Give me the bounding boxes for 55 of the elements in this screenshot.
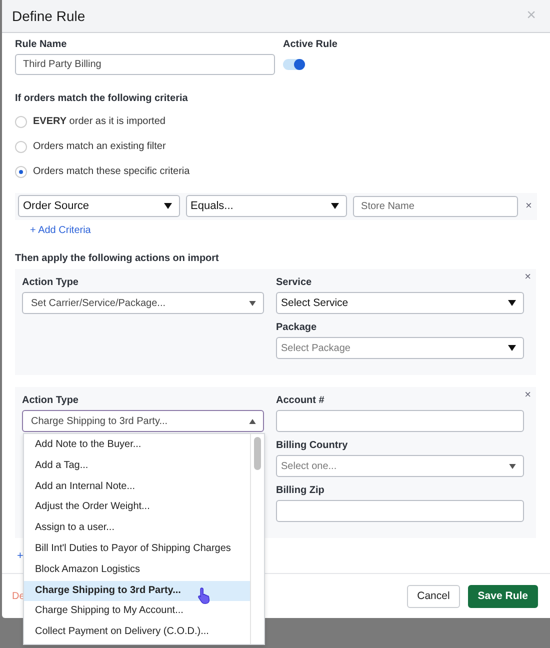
add-action-link[interactable]: + xyxy=(17,550,24,562)
caret-icon xyxy=(331,203,340,209)
field-label: Service xyxy=(276,277,312,288)
field-label: Active Rule xyxy=(283,39,338,50)
dropdown-option[interactable]: Charge Shipping to My Account... xyxy=(24,601,250,622)
scrollbar[interactable] xyxy=(254,437,261,470)
field-label: Billing Country xyxy=(276,440,348,451)
store-name-field[interactable]: Store Name xyxy=(353,196,518,216)
caret-icon xyxy=(249,418,256,424)
field-select[interactable]: Order Source xyxy=(18,195,180,217)
save-button[interactable]: Save Rule xyxy=(468,584,538,608)
operator-select[interactable]: Equals... xyxy=(186,195,348,217)
radio-label: Orders match these specific criteria xyxy=(33,166,190,177)
field-label: Account # xyxy=(276,395,324,406)
caret-icon xyxy=(249,300,256,306)
remove-button[interactable]: × xyxy=(522,389,533,401)
hand-cursor-icon xyxy=(197,587,212,604)
dropdown-option[interactable]: Bill Int'l Duties to Payor of Shipping Charges xyxy=(24,538,250,560)
option-select[interactable]: Select Package xyxy=(276,337,524,359)
remove-button[interactable]: × xyxy=(524,200,534,212)
cancel-button[interactable]: Cancel xyxy=(407,584,460,608)
field-label: Action Type xyxy=(22,395,78,406)
rule-name-field[interactable]: Third Party Billing xyxy=(15,54,275,75)
radio-label: Orders match an existing filter xyxy=(33,141,166,152)
field-label: Billing Zip xyxy=(276,485,324,496)
dropdown-option[interactable]: Collect Payment on Delivery (C.O.D.)... xyxy=(24,622,250,643)
dropdown-option[interactable]: Add an Internal Note... xyxy=(24,476,250,498)
dropdown-option[interactable]: Add Note to the Buyer... xyxy=(24,435,250,456)
radio-label: EVERY order as it is imported xyxy=(33,116,166,127)
dropdown-option[interactable]: Adjust the Order Weight... xyxy=(24,497,250,518)
text-field[interactable] xyxy=(276,410,524,432)
caret-icon xyxy=(508,300,516,306)
field-label: Package xyxy=(276,322,317,333)
option-select[interactable]: Select Service xyxy=(276,292,524,314)
dropdown-option[interactable]: Add a Tag... xyxy=(24,456,250,477)
remove-button[interactable]: × xyxy=(522,271,533,283)
field-label: Rule Name xyxy=(15,39,67,50)
dropdown-option[interactable]: Block Amazon Logistics xyxy=(24,560,250,581)
field-label: Action Type xyxy=(22,277,78,288)
radio-button[interactable] xyxy=(15,116,27,128)
caret-icon xyxy=(164,203,172,209)
caret-icon xyxy=(508,345,516,351)
action-type-select[interactable]: Set Carrier/Service/Package... xyxy=(22,292,264,314)
section-heading: If orders match the following criteria xyxy=(15,93,188,104)
radio-button[interactable] xyxy=(15,166,27,178)
caret-icon xyxy=(509,464,516,468)
window-title: Define Rule xyxy=(12,8,86,24)
dropdown-option[interactable]: Charge Shipping to 3rd Party... xyxy=(24,580,250,602)
add-criteria-link[interactable]: + Add Criteria xyxy=(30,225,91,236)
radio-button[interactable] xyxy=(15,140,27,152)
active-toggle[interactable] xyxy=(283,59,305,70)
text-field[interactable] xyxy=(276,500,524,522)
option-select[interactable]: Select one... xyxy=(276,455,524,477)
section-heading: Then apply the following actions on import xyxy=(15,253,219,264)
dropdown-option[interactable]: Assign to a user... xyxy=(24,518,250,539)
